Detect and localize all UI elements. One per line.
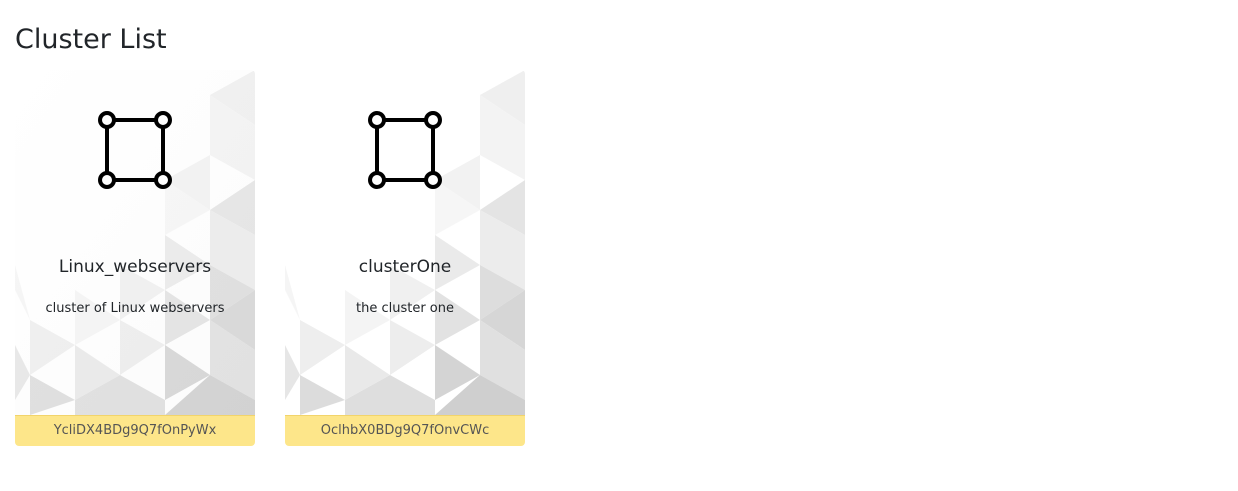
cluster-description: the cluster one — [355, 301, 454, 316]
cluster-square-icon — [98, 111, 172, 189]
cluster-card-list: Linux_webservers cluster of Linux webser… — [15, 70, 525, 446]
cluster-square-icon — [368, 111, 442, 189]
cluster-id-footer: OclhbX0BDg9Q7fOnvCWc — [285, 415, 525, 446]
cluster-name: clusterOne — [358, 257, 452, 277]
cluster-id-footer: YcliDX4BDg9Q7fOnPyWx — [15, 415, 255, 446]
cluster-card[interactable]: Linux_webservers cluster of Linux webser… — [15, 70, 255, 446]
cluster-name: Linux_webservers — [58, 257, 212, 277]
cluster-description: cluster of Linux webservers — [45, 301, 225, 316]
page-title: Cluster List — [15, 24, 167, 55]
page: Cluster List Linux_webservers cluster of… — [0, 0, 1238, 491]
cluster-card[interactable]: clusterOne the cluster one OclhbX0BDg9Q7… — [285, 70, 525, 446]
